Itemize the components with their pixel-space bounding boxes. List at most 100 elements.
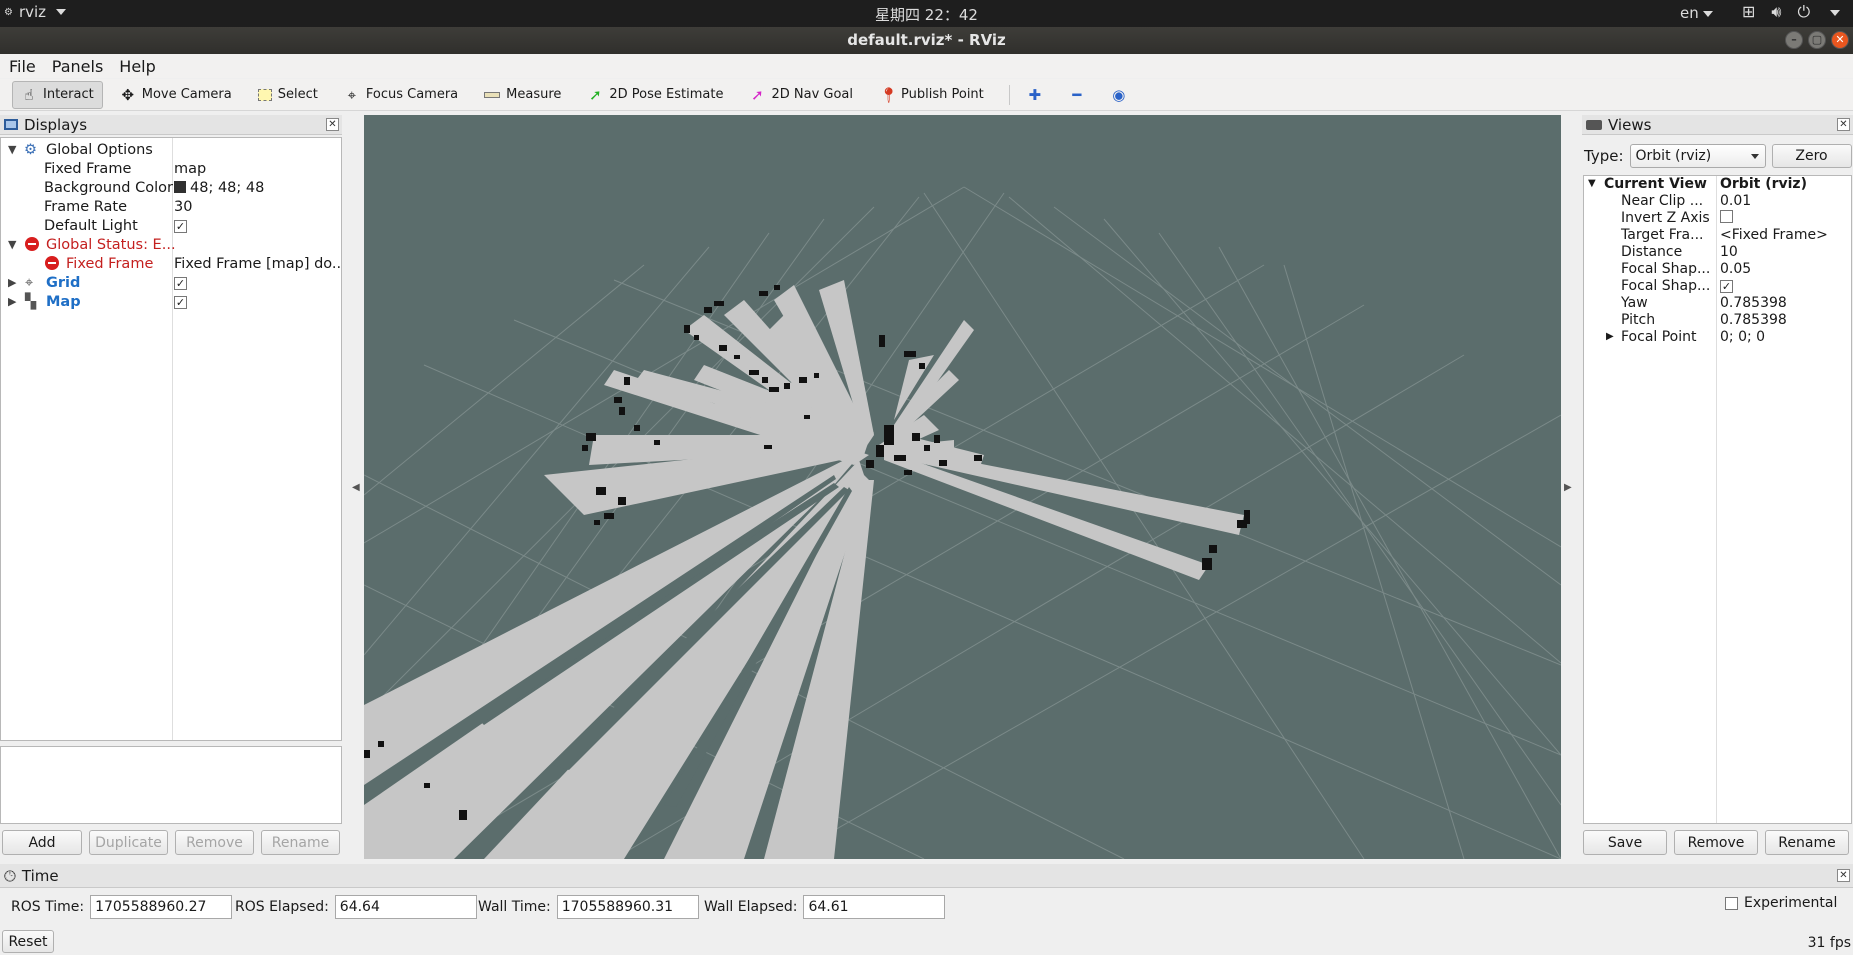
tool-measure[interactable]: Measure — [475, 81, 570, 109]
remove-view-button[interactable]: Remove — [1674, 830, 1758, 855]
language-indicator[interactable]: en — [1680, 4, 1713, 22]
tool-2d-nav-goal[interactable]: ➚ 2D Nav Goal — [740, 81, 862, 109]
tool-move-camera[interactable]: ✥ Move Camera — [111, 81, 241, 109]
expand-triangle-icon[interactable]: ▼ — [1588, 178, 1596, 189]
tool-interact[interactable]: ☝ Interact — [12, 80, 103, 109]
window-title-bar[interactable]: default.rviz* - RViz – ▢ ✕ — [0, 27, 1853, 54]
tree-value-color[interactable]: 48; 48; 48 — [174, 180, 340, 196]
fps-counter: 31 fps — [1807, 935, 1851, 951]
tree-value[interactable]: 10 — [1720, 244, 1738, 260]
expand-triangle-icon[interactable]: ▶ — [1606, 331, 1614, 342]
collapse-right-icon[interactable]: ▶ — [1564, 482, 1572, 493]
expand-triangle-icon[interactable]: ▼ — [8, 143, 16, 156]
grid-enabled-checkbox[interactable]: ✓ — [174, 276, 187, 290]
tree-row-distance[interactable]: Distance 10 — [1584, 244, 1851, 261]
tree-value[interactable]: 0.785398 — [1720, 312, 1787, 328]
tree-row-focal-shape-size[interactable]: Focal Shap... 0.05 — [1584, 261, 1851, 278]
close-panel-button[interactable]: ✕ — [1837, 869, 1850, 882]
tree-value[interactable]: <Fixed Frame> — [1720, 227, 1828, 243]
3d-render-viewport[interactable] — [364, 115, 1561, 859]
expand-triangle-icon[interactable]: ▶ — [8, 295, 16, 308]
zero-view-button[interactable]: Zero — [1771, 144, 1852, 168]
tree-label: Background Color — [44, 179, 173, 196]
collapse-left-icon[interactable]: ◀ — [352, 482, 360, 493]
tree-row-status-fixed-frame[interactable]: Fixed Frame Fixed Frame [map] do... — [1, 254, 341, 273]
experimental-toggle[interactable]: Experimental — [1725, 895, 1837, 911]
system-clock[interactable]: 星期四 22：42 — [0, 4, 1853, 25]
tree-label: Fixed Frame — [66, 255, 154, 272]
tree-row-global-options[interactable]: ▼ ⚙ Global Options — [1, 140, 341, 159]
minimize-button[interactable]: – — [1785, 31, 1803, 49]
experimental-checkbox[interactable] — [1725, 896, 1738, 910]
close-button[interactable]: ✕ — [1831, 31, 1849, 49]
rename-display-button[interactable]: Rename — [261, 830, 340, 855]
tree-label: Grid — [46, 274, 81, 291]
tool-2d-pose-estimate[interactable]: ➚ 2D Pose Estimate — [578, 81, 732, 109]
tree-value — [1720, 210, 1733, 227]
tree-value[interactable]: 30 — [174, 199, 340, 215]
tree-row-near-clip[interactable]: Near Clip ... 0.01 — [1584, 193, 1851, 210]
remove-tool-button[interactable]: ━ — [1060, 81, 1094, 109]
tree-row-focal-shape-fixed[interactable]: Focal Shap... ✓ — [1584, 278, 1851, 295]
tree-value[interactable]: map — [174, 161, 340, 177]
panel-visibility-button[interactable]: ◉ — [1102, 81, 1136, 109]
expand-triangle-icon[interactable]: ▼ — [8, 238, 16, 251]
tree-row-yaw[interactable]: Yaw 0.785398 — [1584, 295, 1851, 312]
tree-row-current-view[interactable]: ▼ Current View Orbit (rviz) — [1584, 176, 1851, 193]
wall-elapsed-input[interactable]: 64.61 — [803, 895, 946, 919]
focal-shape-checkbox[interactable]: ✓ — [1720, 280, 1733, 293]
tree-value[interactable]: 0.01 — [1720, 193, 1751, 209]
close-panel-button[interactable]: ✕ — [326, 118, 339, 131]
duplicate-display-button[interactable]: Duplicate — [89, 830, 168, 855]
tree-row-map[interactable]: ▶ ▚ Map ✓ — [1, 292, 341, 311]
views-tree[interactable]: ▼ Current View Orbit (rviz) Near Clip ..… — [1583, 175, 1852, 824]
remove-display-button[interactable]: Remove — [175, 830, 254, 855]
tree-value[interactable]: 0.05 — [1720, 261, 1751, 277]
views-title: Views — [1608, 115, 1652, 134]
tree-row-grid[interactable]: ▶ ⌖ Grid ✓ — [1, 273, 341, 292]
tree-row-fixed-frame[interactable]: Fixed Frame map — [1, 159, 341, 178]
ros-time-input[interactable]: 1705588960.27 — [90, 895, 233, 919]
tool-label: Publish Point — [901, 87, 984, 102]
tree-row-default-light[interactable]: Default Light ✓ — [1, 216, 341, 235]
maximize-button[interactable]: ▢ — [1808, 31, 1826, 49]
wall-time-input[interactable]: 1705588960.31 — [556, 895, 699, 919]
chevron-down-icon — [1830, 10, 1841, 16]
time-header: 🕒︎ Time ✕ — [0, 864, 1853, 888]
save-view-button[interactable]: Save — [1583, 830, 1667, 855]
ros-elapsed-input[interactable]: 64.64 — [334, 895, 477, 919]
close-panel-button[interactable]: ✕ — [1837, 118, 1850, 131]
tool-publish-point[interactable]: 📍︎ Publish Point — [870, 81, 993, 109]
view-type-select[interactable]: Orbit (rviz) — [1629, 144, 1766, 168]
default-light-checkbox[interactable]: ✓ — [174, 219, 187, 233]
tree-row-global-status[interactable]: ▼ Global Status: E... — [1, 235, 341, 254]
tool-select[interactable]: Select — [249, 81, 327, 109]
displays-tree[interactable]: ▼ ⚙ Global Options Fixed Frame map Backg… — [0, 137, 342, 741]
tree-row-target-frame[interactable]: Target Fra... <Fixed Frame> — [1584, 227, 1851, 244]
reset-button[interactable]: Reset — [2, 930, 54, 953]
invert-z-checkbox[interactable] — [1720, 210, 1733, 223]
add-tool-button[interactable]: ✚ — [1018, 81, 1052, 109]
ros-time-field: ROS Time: 1705588960.27 — [11, 895, 233, 919]
add-display-button[interactable]: Add — [2, 830, 82, 855]
toolbar-separator — [1008, 84, 1010, 105]
rename-view-button[interactable]: Rename — [1765, 830, 1849, 855]
menu-panels[interactable]: Panels — [52, 57, 104, 76]
displays-panel: Displays ✕ ▼ ⚙ Global Options Fixed Fram… — [0, 115, 342, 742]
tree-row-invert-z[interactable]: Invert Z Axis — [1584, 210, 1851, 227]
tree-row-focal-point[interactable]: ▶ Focal Point 0; 0; 0 — [1584, 329, 1851, 346]
tree-row-frame-rate[interactable]: Frame Rate 30 — [1, 197, 341, 216]
tree-value: ✓ — [174, 275, 340, 291]
tool-focus-camera[interactable]: ⌖ Focus Camera — [335, 81, 467, 109]
tree-row-pitch[interactable]: Pitch 0.785398 — [1584, 312, 1851, 329]
menu-file[interactable]: File — [9, 57, 36, 76]
tree-value[interactable]: 0; 0; 0 — [1720, 329, 1765, 345]
tree-value[interactable]: 0.785398 — [1720, 295, 1787, 311]
menu-help[interactable]: Help — [119, 57, 155, 76]
tool-label: Select — [277, 87, 318, 102]
map-enabled-checkbox[interactable]: ✓ — [174, 295, 187, 309]
expand-triangle-icon[interactable]: ▶ — [8, 276, 16, 289]
displays-button-row: Add Duplicate Remove Rename — [2, 830, 340, 855]
tree-row-background-color[interactable]: Background Color 48; 48; 48 — [1, 178, 341, 197]
system-tray[interactable]: ⊞ 🔊︎ ⏻ — [1742, 2, 1841, 22]
